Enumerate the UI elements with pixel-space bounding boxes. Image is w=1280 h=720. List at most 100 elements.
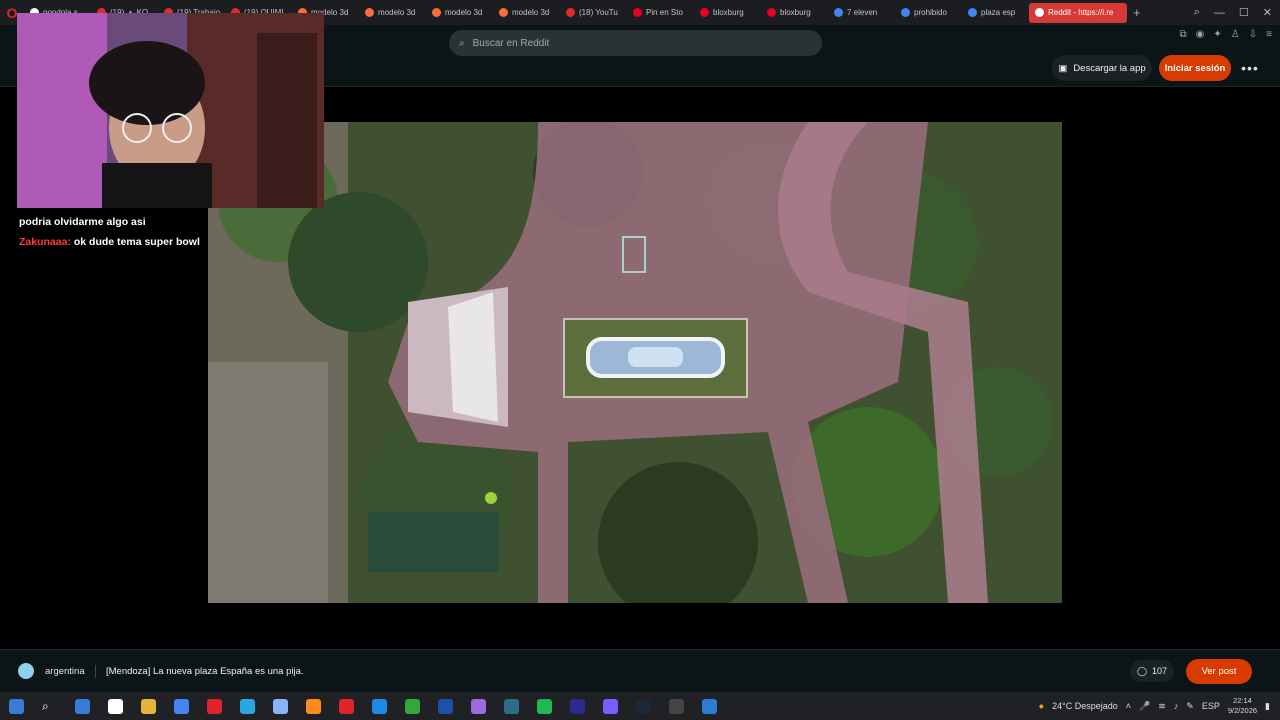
login-button[interactable]: Iniciar sesión (1159, 55, 1231, 81)
app-icon (108, 698, 123, 714)
windows-logo-icon (9, 698, 24, 714)
taskbar-app-13[interactable] (495, 692, 528, 720)
browser-tab[interactable]: (18) YouTu (560, 0, 627, 25)
more-options-button[interactable]: ••• (1240, 55, 1260, 81)
search-icon: ⌕ (42, 698, 49, 713)
translate-icon[interactable]: ⧉ (1180, 29, 1187, 40)
taskbar-app-7[interactable] (297, 692, 330, 720)
language-indicator[interactable]: ESP (1202, 701, 1220, 711)
app-icon (372, 698, 387, 714)
search-icon: ⌕ (459, 37, 465, 49)
taskbar-app-2[interactable] (132, 692, 165, 720)
weather-icon[interactable]: ● (1039, 701, 1044, 711)
minimize-icon[interactable]: — (1214, 7, 1225, 19)
streamer-webcam (17, 13, 324, 208)
browser-tab[interactable]: modelo 3d (426, 0, 493, 25)
view-post-button[interactable]: Ver post (1186, 659, 1252, 684)
browser-tab[interactable]: modelo 3d (359, 0, 426, 25)
tab-label: modelo 3d (445, 8, 483, 17)
taskbar-app-11[interactable] (429, 692, 462, 720)
tab-label: bloxburg (713, 8, 744, 17)
app-icon (636, 698, 651, 714)
taskbar-app-4[interactable] (198, 692, 231, 720)
taskbar-app-3[interactable] (165, 692, 198, 720)
taskbar-app-5[interactable] (231, 692, 264, 720)
menu-icon[interactable]: ≡ (1266, 29, 1272, 40)
taskbar-app-6[interactable] (264, 692, 297, 720)
tab-label: modelo 3d (378, 8, 416, 17)
app-icon (273, 698, 288, 714)
taskbar-app-16[interactable] (594, 692, 627, 720)
subreddit-name[interactable]: argentina (45, 666, 85, 677)
tray-chevron-icon[interactable]: ˄ (1126, 701, 1131, 711)
webcam-feed-image (17, 13, 324, 208)
download-app-button[interactable]: ▣ Descargar la app (1052, 55, 1152, 81)
microphone-icon[interactable]: 🎤 (1139, 701, 1150, 712)
clock[interactable]: 22:14 9/2/2026 (1228, 696, 1257, 716)
comments-button[interactable]: ◯ 107 (1130, 660, 1174, 682)
chat-text: podria olvidarme algo asi (19, 216, 146, 228)
taskbar-app-18[interactable] (660, 692, 693, 720)
taskbar-app-19[interactable] (693, 692, 726, 720)
subreddit-avatar-icon[interactable] (18, 663, 34, 679)
app-icon (174, 698, 189, 714)
tab-favicon-icon (633, 8, 642, 17)
taskbar-app-14[interactable] (528, 692, 561, 720)
close-icon[interactable]: ✕ (1263, 6, 1272, 19)
download-icon[interactable]: ⇩ (1249, 29, 1257, 40)
comment-icon: ◯ (1136, 665, 1148, 676)
taskbar-app-8[interactable] (330, 692, 363, 720)
taskbar-app-17[interactable] (627, 692, 660, 720)
clock-date: 9/2/2026 (1227, 706, 1258, 715)
pen-icon[interactable]: ✎ (1186, 701, 1194, 712)
search-tabs-icon[interactable]: ⌕ (1194, 6, 1200, 19)
profile-icon[interactable]: ♙ (1231, 29, 1240, 40)
maximize-icon[interactable]: ☐ (1239, 6, 1249, 19)
taskbar-app-0[interactable] (66, 692, 99, 720)
tab-label: Pin en Sto (646, 8, 683, 17)
app-icon (438, 698, 453, 714)
divider (95, 665, 96, 678)
browser-tab[interactable]: plaza esp (962, 0, 1029, 25)
tab-reddit-active[interactable]: Reddit - https://i.re (1029, 2, 1127, 23)
start-button[interactable] (0, 692, 33, 720)
post-image[interactable] (208, 122, 1062, 603)
taskbar-app-1[interactable] (99, 692, 132, 720)
aerial-plaza-image (208, 122, 1062, 603)
browser-tab[interactable]: modelo 3d (493, 0, 560, 25)
search-input[interactable]: ⌕ Buscar en Reddit (449, 30, 822, 56)
volume-icon[interactable]: ♪ (1174, 701, 1179, 711)
post-title[interactable]: [Mendoza] La nueva plaza España es una p… (106, 666, 304, 677)
extension-icons: ⧉ ◉ ✦ ♙ ⇩ ≡ (1180, 29, 1272, 40)
chat-text: ok dude tema super bowl (73, 236, 200, 248)
clock-time: 22:14 (1233, 696, 1252, 705)
app-icon (471, 698, 486, 714)
new-tab-button[interactable]: + (1127, 5, 1147, 20)
notifications-icon[interactable]: ▮ (1265, 701, 1270, 712)
tab-favicon-icon (432, 8, 441, 17)
wifi-icon[interactable]: ≋ (1158, 701, 1166, 712)
puzzle-icon[interactable]: ✦ (1213, 29, 1221, 40)
stream-chat: podria olvidarme algo asi Zakunaaa: ok d… (19, 212, 200, 252)
browser-tab[interactable]: Pin en Sto (627, 0, 694, 25)
app-icon (702, 698, 717, 714)
weather-text[interactable]: 24°C Despejado (1052, 701, 1118, 711)
extension-icon[interactable]: ◉ (1196, 29, 1205, 40)
taskbar-app-9[interactable] (363, 692, 396, 720)
browser-tab[interactable]: 7 eleven (828, 0, 895, 25)
app-icon (405, 698, 420, 714)
browser-tab[interactable]: prohibido (895, 0, 962, 25)
taskbar-app-12[interactable] (462, 692, 495, 720)
chat-message: Zakunaaa: ok dude tema super bowl (19, 232, 200, 252)
browser-tab[interactable]: bloxburg (694, 0, 761, 25)
windows-taskbar: ⌕ ● 24°C Despejado ˄ 🎤 ≋ ♪ ✎ ESP 22:14 9… (0, 692, 1280, 720)
taskbar-apps (66, 692, 726, 720)
taskbar-search-button[interactable]: ⌕ (33, 692, 66, 720)
app-icon (570, 698, 585, 714)
taskbar-app-15[interactable] (561, 692, 594, 720)
post-info-bar: argentina [Mendoza] La nueva plaza Españ… (0, 649, 1280, 692)
browser-tab[interactable]: bloxburg (761, 0, 828, 25)
tab-label: Reddit - https://i.re (1048, 8, 1114, 17)
app-icon (207, 698, 222, 714)
taskbar-app-10[interactable] (396, 692, 429, 720)
